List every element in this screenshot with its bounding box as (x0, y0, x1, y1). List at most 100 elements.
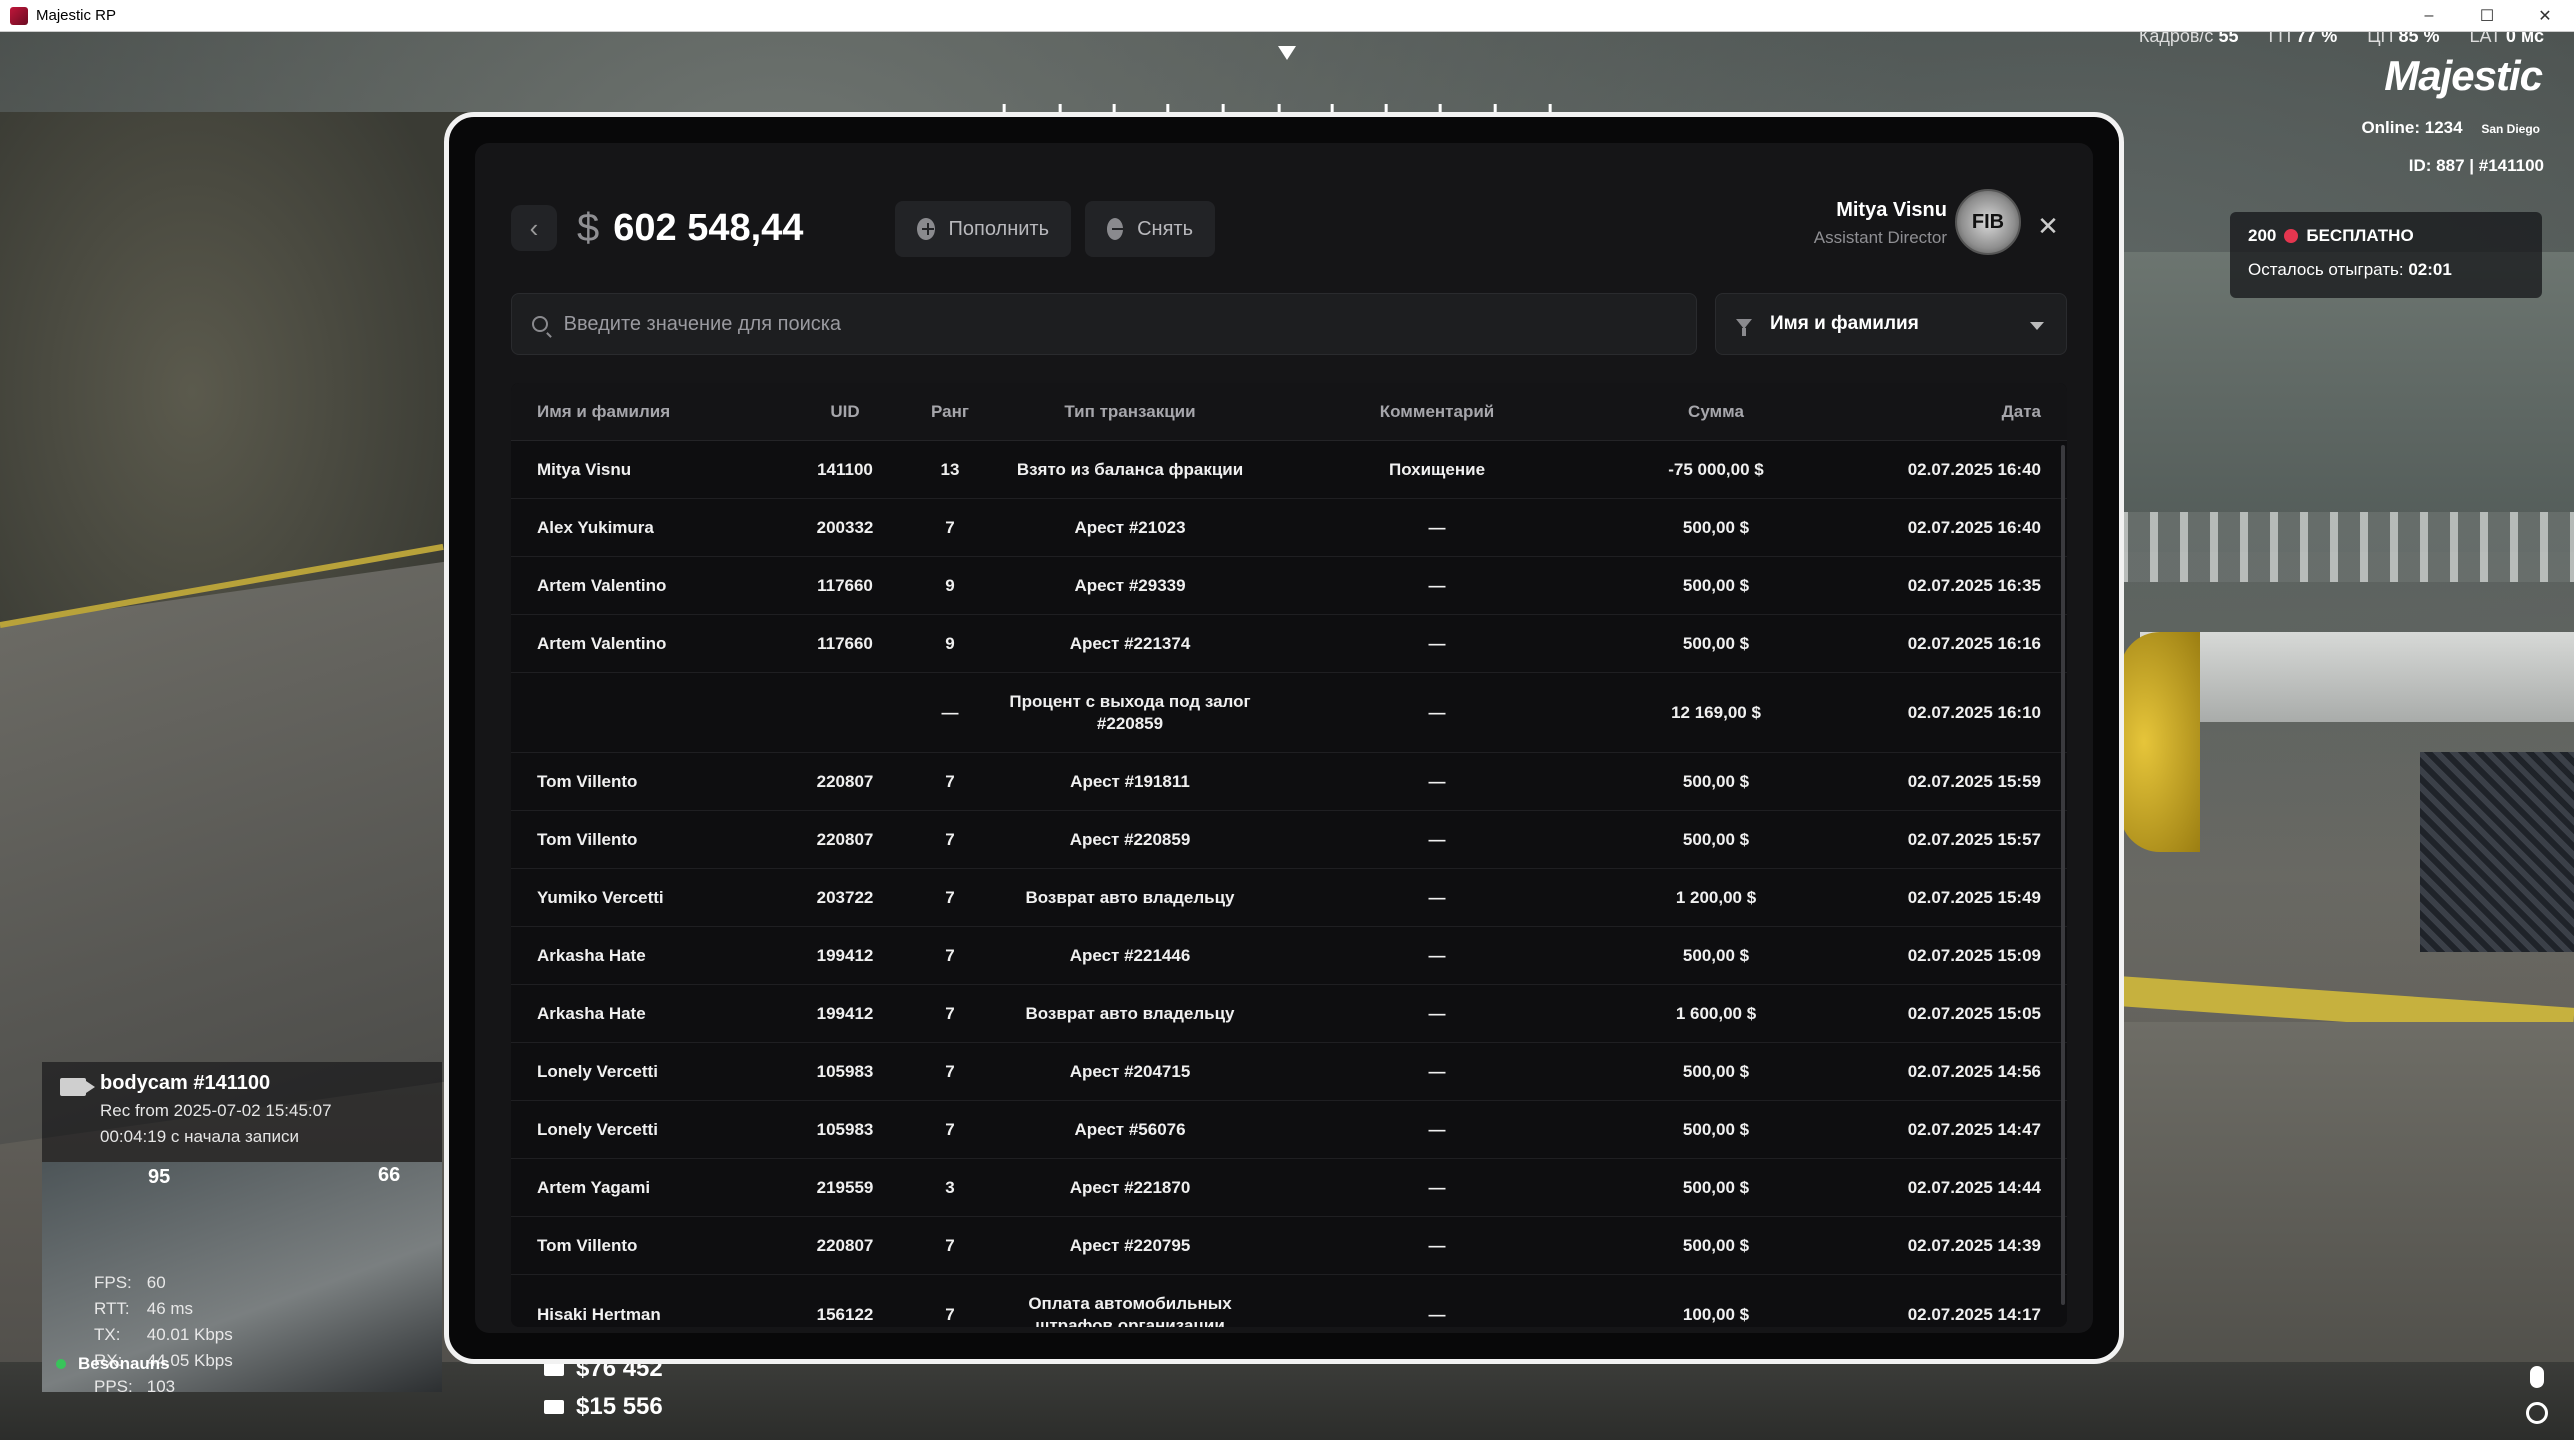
cell-sum: 12 169,00 $ (1671, 702, 1761, 722)
cell-type: Возврат авто владельцу (1025, 1003, 1235, 1023)
bodycam-panel: bodycam #141100 Rec from 2025-07-02 15:4… (42, 1062, 442, 1162)
cell-comment: — (1428, 517, 1446, 537)
column-header-sum[interactable]: Сумма (1609, 402, 1823, 422)
scene-car (2120, 632, 2200, 852)
table-row[interactable]: Tom Villento 220807 7 Арест #220859 — 50… (511, 811, 2067, 869)
table-row[interactable]: Hisaki Hertman 156122 7 Оплата автомобил… (511, 1275, 2067, 1328)
column-header-name[interactable]: Имя и фамилия (511, 402, 785, 422)
cell-comment: — (1428, 945, 1446, 965)
deposit-button[interactable]: Пополнить (895, 201, 1071, 257)
table-row[interactable]: Tom Villento 220807 7 Арест #220795 — 50… (511, 1217, 2067, 1275)
cell-comment: — (1428, 702, 1446, 722)
table-row[interactable]: Arkasha Hate 199412 7 Арест #221446 — 50… (511, 927, 2067, 985)
cell-rank: 7 (945, 1061, 955, 1081)
filter-dropdown[interactable]: Имя и фамилия (1715, 293, 2067, 355)
minimize-button[interactable]: – (2400, 0, 2458, 32)
table-row[interactable]: Tom Villento 220807 7 Арест #191811 — 50… (511, 753, 2067, 811)
cell-sum: 500,00 $ (1682, 633, 1750, 653)
table-row[interactable]: Mitya Visnu 141100 13 Взято из баланса ф… (511, 441, 2067, 499)
column-header-comment[interactable]: Комментарий (1265, 402, 1609, 422)
promo-panel: 200 БЕСПЛАТНО Осталось отыграть: 02:01 (2230, 212, 2542, 298)
faction-bank-modal: ‹ $ 602 548,44 Пополнить Снять Mitya Vis… (444, 112, 2124, 1364)
cell-name: Arkasha Hate (537, 1003, 646, 1023)
cell-date: 02.07.2025 16:40 (1907, 459, 2041, 479)
cell-uid: 105983 (816, 1061, 874, 1081)
cell-date: 02.07.2025 14:44 (1907, 1177, 2041, 1197)
bodycam-rec-from: Rec from 2025-07-02 15:45:07 (100, 1101, 332, 1120)
cell-date: 02.07.2025 14:56 (1907, 1061, 2041, 1081)
server-city: San Diego (2481, 122, 2540, 136)
bodycam-title: bodycam #141100 (100, 1072, 271, 1094)
cell-type: Арест #191811 (1070, 771, 1190, 791)
cell-type: Арест #221374 (1069, 633, 1191, 653)
table-row[interactable]: Artem Yagami 219559 3 Арест #221870 — 50… (511, 1159, 2067, 1217)
cell-rank: 3 (945, 1177, 955, 1197)
scene-fence (2120, 512, 2574, 582)
cell-uid: 203722 (816, 887, 874, 907)
withdraw-button[interactable]: Снять (1085, 201, 1215, 257)
voice-indicator: Besonauns (56, 1354, 170, 1374)
cell-sum: 500,00 $ (1682, 1119, 1750, 1139)
table-row[interactable]: Artem Valentino 117660 9 Арест #29339 — … (511, 557, 2067, 615)
search-input[interactable] (563, 312, 1676, 336)
maximize-button[interactable]: ☐ (2458, 0, 2516, 32)
cell-name: Arkasha Hate (537, 945, 646, 965)
cell-sum: -75 000,00 $ (1668, 459, 1764, 479)
close-icon: ✕ (2037, 210, 2059, 241)
cell-comment: — (1428, 575, 1446, 595)
card-icon (544, 1400, 564, 1414)
table-row[interactable]: Alex Yukimura 200332 7 Арест #21023 — 50… (511, 499, 2067, 557)
fib-badge-icon: FIB (1955, 189, 2021, 255)
cell-rank: 7 (945, 1235, 955, 1255)
record-icon (2526, 1402, 2548, 1424)
cell-name: Artem Valentino (537, 633, 667, 653)
cell-name: Tom Villento (537, 829, 638, 849)
bank-amount: $15 556 (544, 1388, 663, 1426)
cell-rank: 13 (940, 459, 960, 479)
cell-sum: 500,00 $ (1682, 771, 1750, 791)
back-button[interactable]: ‹ (511, 205, 557, 251)
cell-name: Lonely Vercetti (537, 1119, 658, 1139)
cell-sum: 1 600,00 $ (1675, 1003, 1757, 1023)
table-row[interactable]: Lonely Vercetti 105983 7 Арест #56076 — … (511, 1101, 2067, 1159)
cell-date: 02.07.2025 14:47 (1907, 1119, 2041, 1139)
cell-date: 02.07.2025 14:39 (1907, 1235, 2041, 1255)
currency-symbol: $ (577, 205, 600, 250)
minimap-number: 66 (378, 1164, 401, 1186)
majestic-logo: Majestic (2384, 52, 2543, 99)
table-row[interactable]: Arkasha Hate 199412 7 Возврат авто владе… (511, 985, 2067, 1043)
cell-date: 02.07.2025 15:57 (1907, 829, 2041, 849)
modal-content: ‹ $ 602 548,44 Пополнить Снять Mitya Vis… (475, 143, 2093, 1333)
search-icon (532, 316, 548, 332)
scene-bin (2420, 752, 2574, 952)
cell-date: 02.07.2025 14:17 (1907, 1304, 2041, 1324)
cell-uid: 156122 (816, 1304, 874, 1324)
chevron-down-icon (2030, 322, 2044, 330)
cell-date: 02.07.2025 16:10 (1907, 702, 2041, 722)
cell-name: Alex Yukimura (537, 517, 654, 537)
column-header-date[interactable]: Дата (1823, 402, 2067, 422)
cell-comment: — (1428, 887, 1446, 907)
column-header-uid[interactable]: UID (785, 402, 905, 422)
table-scrollbar[interactable] (2061, 445, 2065, 1305)
player-id: ID: 887 | #141100 (2408, 156, 2544, 175)
table-row[interactable]: — Процент с выхода под залог #220859 — 1… (511, 673, 2067, 753)
cell-uid: 117660 (817, 633, 873, 653)
column-header-rank[interactable]: Ранг (905, 402, 995, 422)
app-icon (10, 6, 28, 25)
window-close-button[interactable]: ✕ (2516, 0, 2574, 32)
table-row[interactable]: Artem Valentino 117660 9 Арест #221374 —… (511, 615, 2067, 673)
cell-rank: 7 (945, 517, 955, 537)
cell-name: Yumiko Vercetti (537, 887, 664, 907)
cell-type: Арест #29339 (1074, 575, 1186, 595)
close-modal-button[interactable]: ✕ (2033, 211, 2063, 241)
cell-date: 02.07.2025 15:05 (1907, 1003, 2041, 1023)
column-header-type[interactable]: Тип транзакции (995, 401, 1265, 423)
cell-name: Mitya Visnu (537, 459, 632, 479)
cell-type: Арест #220795 (1069, 1235, 1191, 1255)
table-row[interactable]: Yumiko Vercetti 203722 7 Возврат авто вл… (511, 869, 2067, 927)
cell-name: Lonely Vercetti (537, 1061, 658, 1081)
cell-comment: — (1428, 1235, 1446, 1255)
cell-type: Арест #221870 (1069, 1177, 1191, 1197)
table-row[interactable]: Lonely Vercetti 105983 7 Арест #204715 —… (511, 1043, 2067, 1101)
